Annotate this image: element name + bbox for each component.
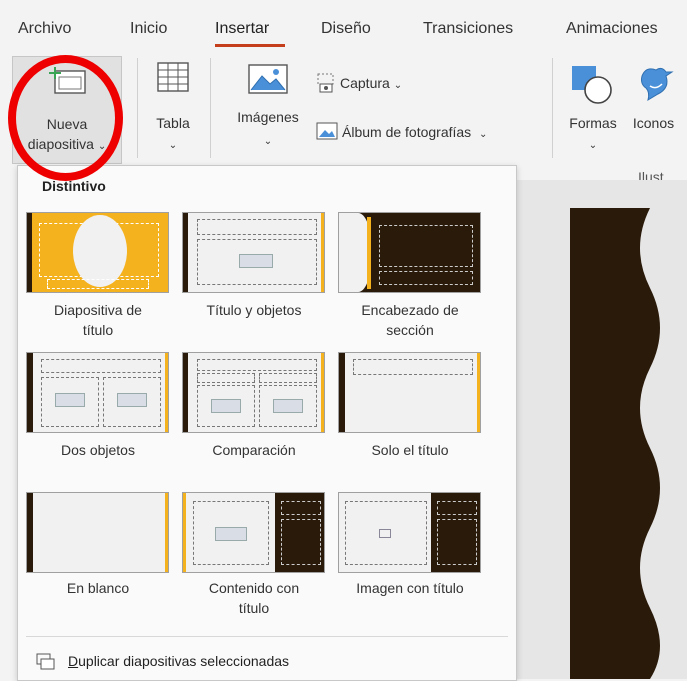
bird-icon [641,67,674,102]
layout-label-picture-caption: Imagen con título [356,580,464,596]
tab-transiciones[interactable]: Transiciones [423,20,513,38]
table-icon [157,62,189,92]
layout-label-title-content: Título y objetos [206,302,302,318]
layout-label-section-header: Encabezado de sección [361,302,459,338]
active-tab-underline [215,44,285,47]
images-label: Imágenes [237,109,299,125]
tab-archivo[interactable]: Archivo [18,20,71,38]
chevron-down-icon: ⌄ [263,136,273,147]
layout-thumb-comparison[interactable] [182,352,325,433]
layout-label-two-content: Dos objetos [61,442,135,458]
images-button[interactable]: Imágenes ⌄ [228,56,308,164]
content-placeholder-icon [273,399,303,413]
highlight-circle-annotation [8,55,123,181]
menu-separator [26,636,508,637]
shapes-icon [572,66,612,104]
layout-label-comparison: Comparación [212,442,296,458]
slide-preview[interactable] [570,208,687,679]
layout-thumb-blank[interactable] [26,492,169,573]
duplicate-slides-menu-item[interactable]: Duplicar diapositivas seleccionadas [68,653,289,669]
screenshot-label: Captura ⌄ [340,75,403,91]
tab-inicio[interactable]: Inicio [130,20,167,38]
chevron-down-icon: ⌄ [588,140,598,151]
tab-insertar[interactable]: Insertar [215,20,269,38]
content-placeholder-icon [239,254,273,268]
duplicate-slides-icon [36,653,55,670]
layout-thumb-title-slide[interactable] [26,212,169,293]
layout-label-blank: En blanco [66,580,130,596]
layout-thumb-title-content[interactable] [182,212,325,293]
picture-icon [248,64,288,94]
content-placeholder-icon [117,393,147,407]
layout-label-content-caption: Contenido con título [208,580,300,616]
table-button[interactable]: Tabla ⌄ [143,56,203,164]
layout-thumb-picture-caption[interactable] [338,492,481,573]
layout-thumb-title-only[interactable] [338,352,481,433]
table-label: Tabla [156,115,190,131]
layout-thumb-two-content[interactable] [26,352,169,433]
chevron-down-icon: ⌄ [393,80,403,91]
layout-group-label: Distintivo [42,178,106,194]
ribbon-divider [210,58,211,158]
screenshot-button[interactable]: Captura ⌄ [316,72,426,96]
content-placeholder-icon [211,399,241,413]
chevron-down-icon: ⌄ [478,129,488,140]
content-placeholder-icon [55,393,85,407]
photo-album-icon [316,122,338,140]
ribbon-divider [137,58,138,158]
layout-thumb-section-header[interactable] [338,212,481,293]
shapes-button[interactable]: Formas ⌄ [562,56,624,164]
ribbon-divider [552,58,553,158]
new-slide-layout-menu: Distintivo Diapositiva de título Título y… [17,165,517,681]
photo-album-label: Álbum de fotografías ⌄ [342,124,488,140]
picture-placeholder-icon [379,529,391,538]
ribbon-tabs: Archivo Inicio Insertar Diseño Transicio… [0,0,687,50]
layout-label-title-only: Solo el título [371,442,449,458]
tab-diseno[interactable]: Diseño [321,20,371,38]
layout-thumb-content-caption[interactable] [182,492,325,573]
icons-label: Iconos [632,115,675,131]
chevron-down-icon: ⌄ [168,140,178,151]
icons-button[interactable]: Iconos [626,56,681,164]
screenshot-icon [317,73,334,93]
layout-label-title-slide: Diapositiva de título [54,302,142,338]
content-placeholder-icon [215,527,247,541]
photo-album-button[interactable]: Álbum de fotografías ⌄ [316,120,531,144]
tab-animaciones[interactable]: Animaciones [566,20,658,38]
shapes-label: Formas [569,115,617,131]
